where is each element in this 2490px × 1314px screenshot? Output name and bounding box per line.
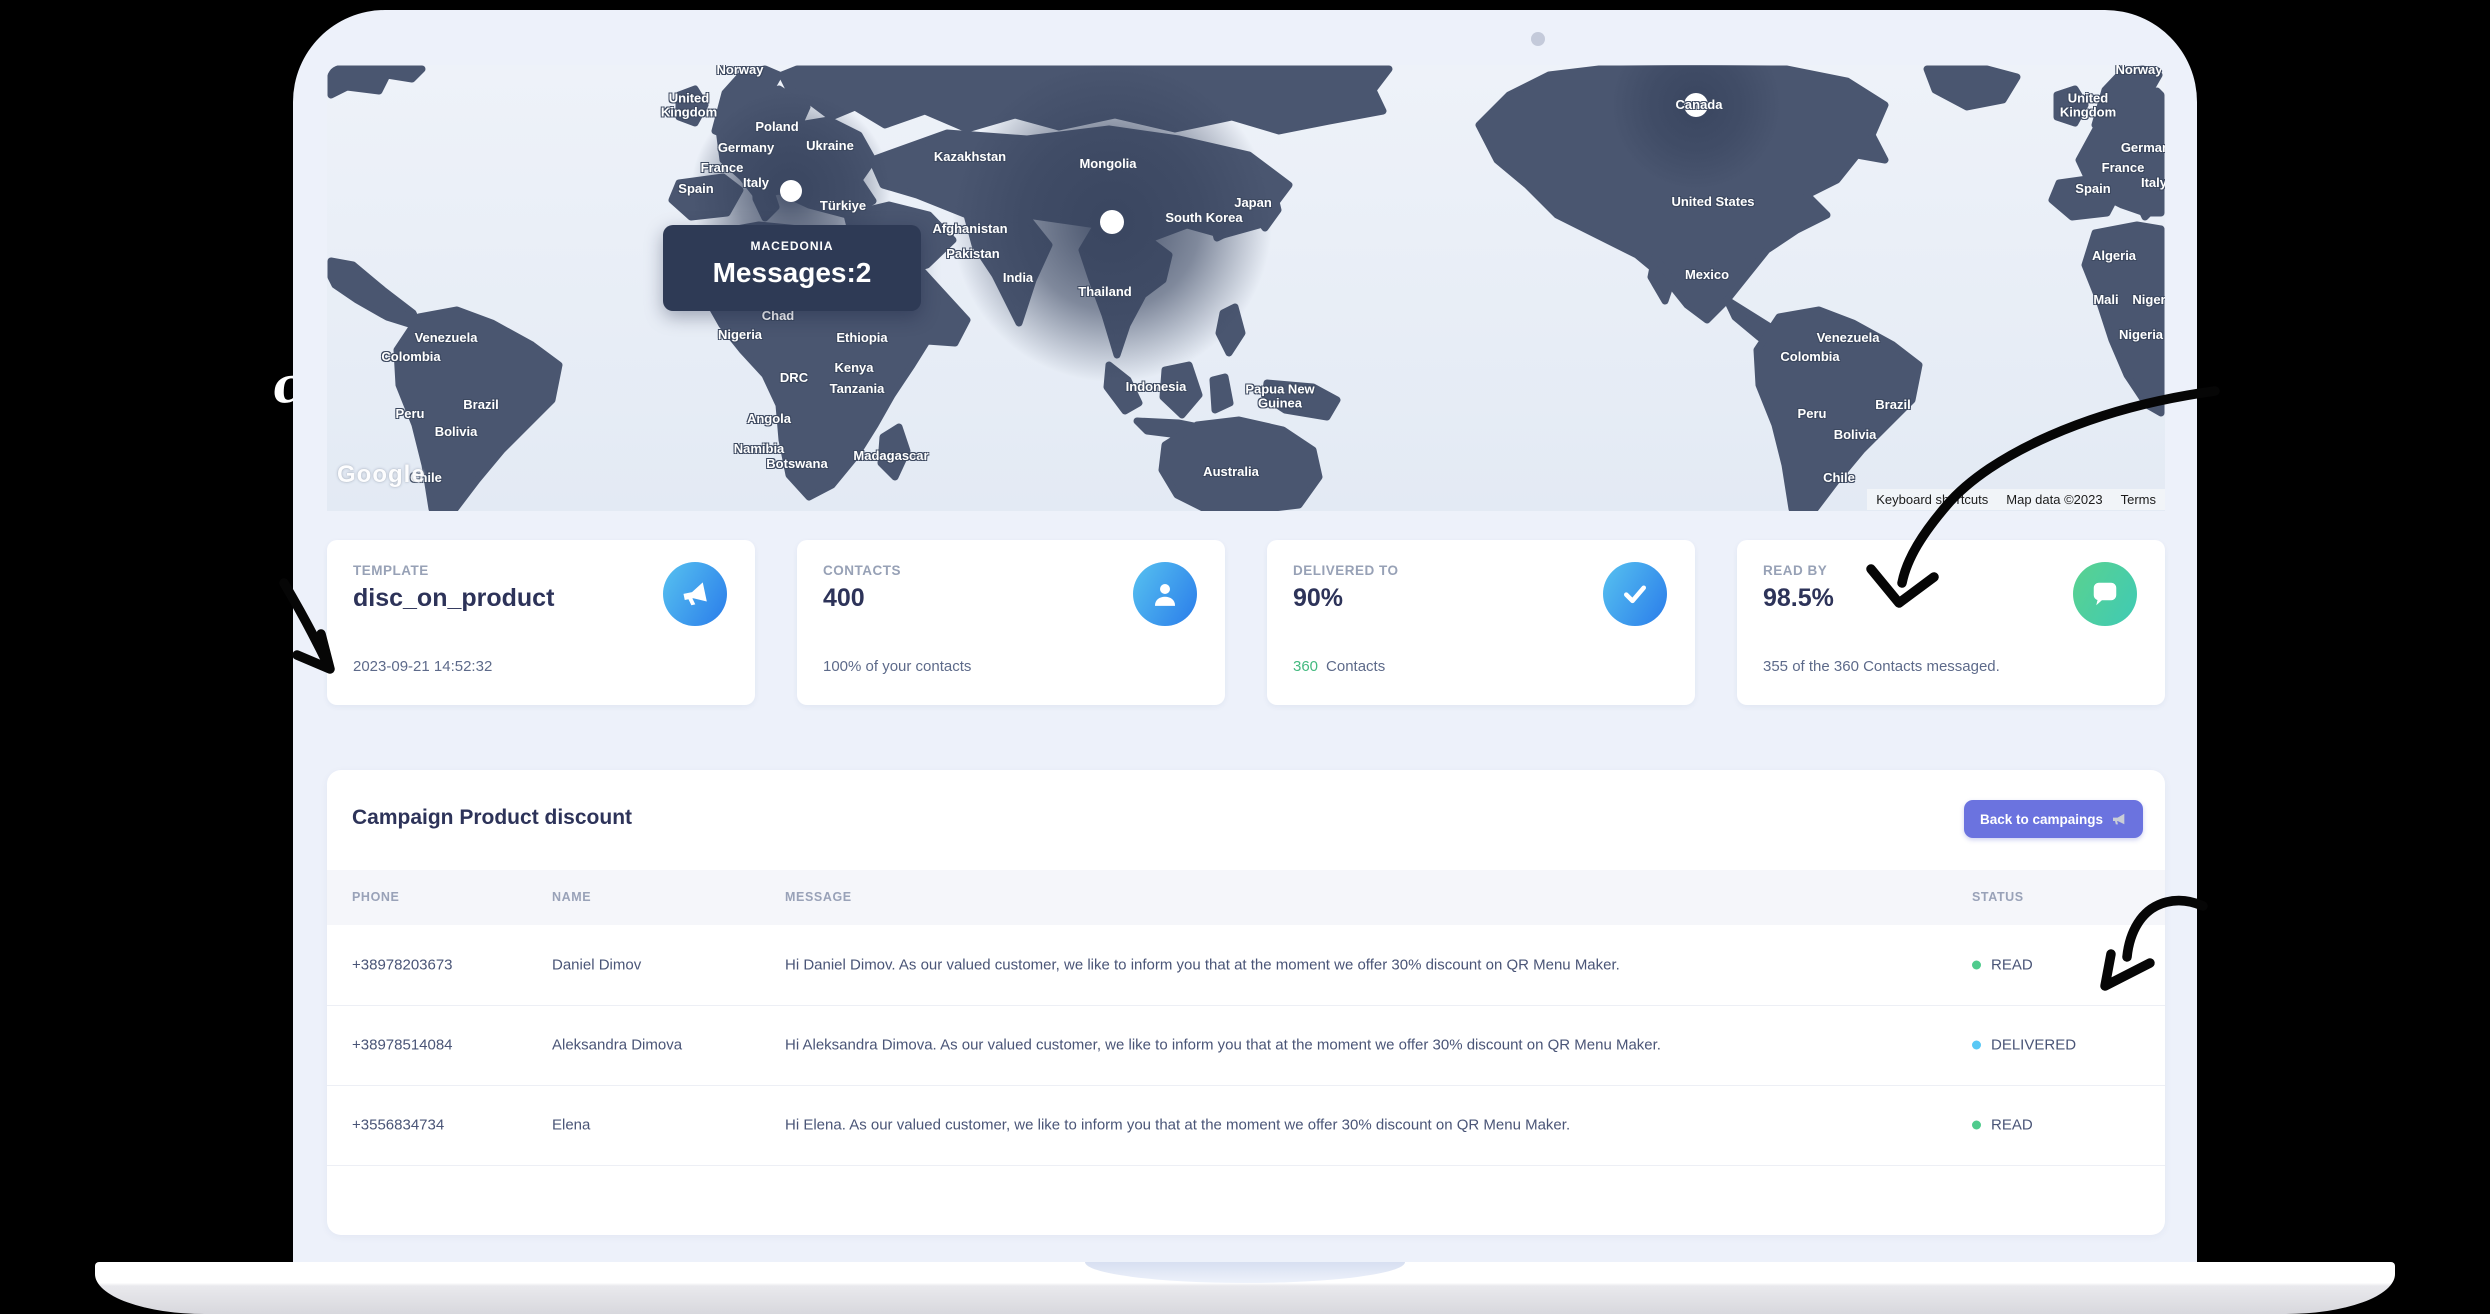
webcam-icon bbox=[1531, 32, 1545, 46]
table-header: PHONE NAME MESSAGE STATUS bbox=[327, 870, 2165, 925]
card-value: disc_on_product bbox=[353, 584, 554, 613]
table-row: +3556834734 Elena Hi Elena. As our value… bbox=[327, 1085, 2165, 1166]
status-dot-read bbox=[1972, 961, 1981, 970]
row-name: Elena bbox=[552, 1117, 590, 1134]
map-data-text: Map data ©2023 bbox=[1997, 489, 2111, 510]
contacts-card: CONTACTS 400 100% of your contacts bbox=[797, 540, 1225, 705]
table-row: +38978514084 Aleksandra Dimova Hi Aleksa… bbox=[327, 1005, 2165, 1086]
laptop-base bbox=[95, 1262, 2395, 1314]
map-attribution: Keyboard shortcuts Map data ©2023 Terms bbox=[1867, 487, 2165, 511]
row-message: Hi Elena. As our valued customer, we lik… bbox=[785, 1117, 1570, 1134]
laptop-notch bbox=[1085, 1262, 1405, 1283]
card-label: READ BY bbox=[1763, 563, 1827, 578]
map-tooltip: MACEDONIA Messages:2 bbox=[663, 225, 921, 311]
template-card: TEMPLATE disc_on_product 2023-09-21 14:5… bbox=[327, 540, 755, 705]
status-label: READ bbox=[1991, 1117, 2033, 1134]
card-subtext: 355 of the 360 Contacts messaged. bbox=[1763, 658, 2000, 675]
status-label: READ bbox=[1991, 957, 2033, 974]
column-name: NAME bbox=[552, 870, 591, 925]
check-icon bbox=[1603, 562, 1667, 626]
row-status: READ bbox=[1972, 957, 2033, 974]
terms-link[interactable]: Terms bbox=[2112, 489, 2165, 510]
stat-cards: TEMPLATE disc_on_product 2023-09-21 14:5… bbox=[327, 540, 2165, 705]
canada-marker[interactable] bbox=[1684, 93, 1708, 117]
card-label: TEMPLATE bbox=[353, 563, 429, 578]
world-map[interactable]: NorwayUnited KingdomPolandGermanyUkraine… bbox=[327, 65, 2165, 511]
megaphone-emoji-icon bbox=[2111, 811, 2127, 827]
table-row: +38978203673 Daniel Dimov Hi Daniel Dimo… bbox=[327, 925, 2165, 1006]
card-subtext: 360 Contacts bbox=[1293, 658, 1385, 675]
campaign-panel: Campaign Product discount Back to campai… bbox=[327, 770, 2165, 1235]
row-name: Daniel Dimov bbox=[552, 957, 641, 974]
row-phone: +38978514084 bbox=[352, 1037, 453, 1054]
delivered-count: 360 bbox=[1293, 658, 1318, 675]
column-message: MESSAGE bbox=[785, 870, 852, 925]
status-dot-delivered bbox=[1972, 1041, 1981, 1050]
card-value: 400 bbox=[823, 584, 865, 613]
column-status: STATUS bbox=[1972, 870, 2024, 925]
back-to-campaigns-button[interactable]: Back to campaings bbox=[1964, 800, 2143, 838]
google-logo[interactable]: Google bbox=[337, 461, 426, 489]
row-phone: +3556834734 bbox=[352, 1117, 444, 1134]
china-marker[interactable] bbox=[1100, 210, 1124, 234]
chat-icon bbox=[2073, 562, 2137, 626]
row-message: Hi Daniel Dimov. As our valued customer,… bbox=[785, 957, 1620, 974]
laptop-screen: NorwayUnited KingdomPolandGermanyUkraine… bbox=[293, 10, 2197, 1262]
megaphone-icon bbox=[663, 562, 727, 626]
map-canvas bbox=[327, 65, 2165, 511]
row-message: Hi Aleksandra Dimova. As our valued cust… bbox=[785, 1037, 1661, 1054]
card-label: DELIVERED TO bbox=[1293, 563, 1399, 578]
card-subtext: 100% of your contacts bbox=[823, 658, 971, 675]
tooltip-messages: Messages:2 bbox=[663, 257, 921, 289]
row-phone: +38978203673 bbox=[352, 957, 453, 974]
status-dot-read bbox=[1972, 1121, 1981, 1130]
user-icon bbox=[1133, 562, 1197, 626]
row-status: READ bbox=[1972, 1117, 2033, 1134]
card-subtext: 2023-09-21 14:52:32 bbox=[353, 658, 492, 675]
card-label: CONTACTS bbox=[823, 563, 901, 578]
row-status: DELIVERED bbox=[1972, 1037, 2076, 1054]
tooltip-country: MACEDONIA bbox=[663, 239, 921, 253]
status-label: DELIVERED bbox=[1991, 1037, 2076, 1054]
card-value: 90% bbox=[1293, 584, 1343, 613]
panel-title: Campaign Product discount bbox=[352, 806, 632, 830]
card-value: 98.5% bbox=[1763, 584, 1834, 613]
macedonia-marker[interactable] bbox=[780, 180, 802, 202]
scene: c bbox=[0, 0, 2490, 1314]
row-name: Aleksandra Dimova bbox=[552, 1037, 682, 1054]
keyboard-shortcuts-link[interactable]: Keyboard shortcuts bbox=[1867, 489, 1997, 510]
back-button-label: Back to campaings bbox=[1980, 812, 2103, 827]
read-card: READ BY 98.5% 355 of the 360 Contacts me… bbox=[1737, 540, 2165, 705]
column-phone: PHONE bbox=[352, 870, 399, 925]
delivered-unit: Contacts bbox=[1326, 658, 1385, 675]
delivered-card: DELIVERED TO 90% 360 Contacts bbox=[1267, 540, 1695, 705]
